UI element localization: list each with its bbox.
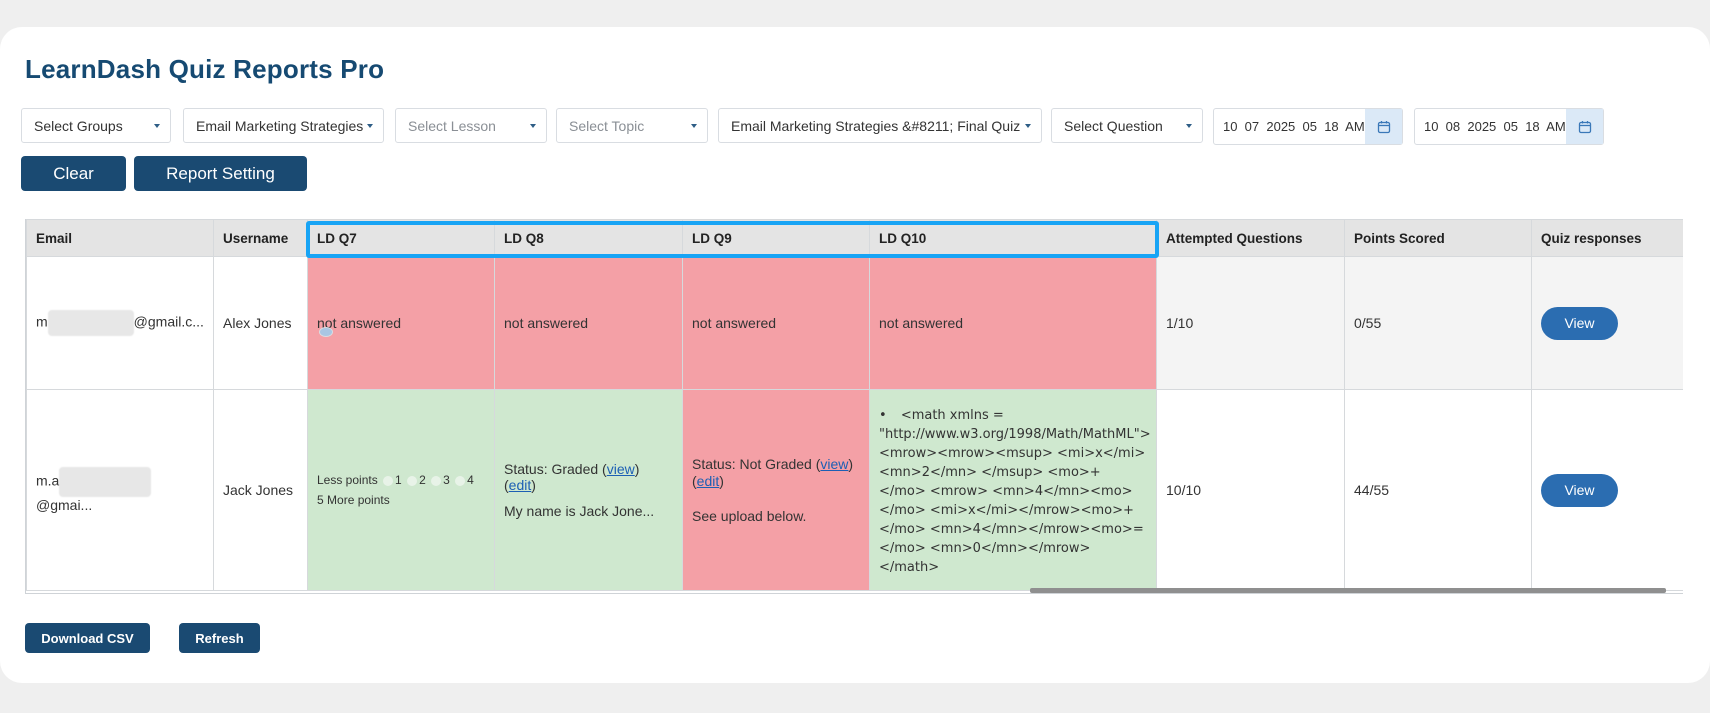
col-header-responses[interactable]: Quiz responses <box>1531 219 1683 257</box>
topic-select-value: Select Topic <box>569 117 645 134</box>
view-link[interactable]: view <box>820 456 848 472</box>
q7-cell: not answered <box>307 256 495 390</box>
email-suffix: @gmai... <box>36 497 93 513</box>
username-cell: Jack Jones <box>213 389 308 591</box>
points-cell: 0/55 <box>1344 256 1532 390</box>
more-points-label: More points <box>327 493 390 507</box>
report-setting-button[interactable]: Report Setting <box>134 156 307 191</box>
date-to-value: 10 08 2025 05 18 AM <box>1424 119 1566 134</box>
q8-cell: Status: Graded (view) (edit) My name is … <box>494 389 683 591</box>
col-header-attempted[interactable]: Attempted Questions <box>1156 219 1345 257</box>
course-select[interactable]: Email Marketing Strategies <box>183 108 384 143</box>
edit-link[interactable]: edit <box>509 477 532 493</box>
separator: ) <box>719 473 724 489</box>
scale-option-label: 2 <box>419 473 426 487</box>
view-link[interactable]: view <box>607 461 635 477</box>
col-header-ld-q7[interactable]: LD Q7 <box>307 219 495 257</box>
table-row: m @gmail.c... Alex Jones not answered not… <box>26 256 1683 390</box>
course-select-value: Email Marketing Strategies <box>196 117 364 134</box>
view-response-button[interactable]: View <box>1541 306 1618 340</box>
chevron-down-icon <box>530 124 536 128</box>
chevron-down-icon <box>154 124 160 128</box>
refresh-button[interactable]: Refresh <box>179 623 260 653</box>
q9-cell: Status: Not Graded (view) (edit) See upl… <box>682 389 870 591</box>
q10-cell: not answered <box>869 256 1157 390</box>
download-csv-button[interactable]: Download CSV <box>25 623 150 653</box>
scale-radio[interactable] <box>431 475 442 486</box>
points-cell: 44/55 <box>1344 389 1532 591</box>
attempted-cell: 1/10 <box>1156 256 1345 390</box>
scale-option-label: 1 <box>395 473 402 487</box>
view-response-button[interactable]: View <box>1541 473 1618 507</box>
scale-radio[interactable] <box>455 475 466 486</box>
report-table-container: Email Username LD Q7 LD Q8 LD Q9 LD Q10 … <box>25 219 1683 594</box>
topic-select[interactable]: Select Topic <box>556 108 708 143</box>
upload-note: See upload below. <box>692 508 807 524</box>
answer-text: My name is Jack Jone... <box>504 503 655 519</box>
scale-radio[interactable] <box>383 475 394 486</box>
calendar-icon[interactable] <box>1365 109 1402 144</box>
responses-cell: View <box>1531 389 1683 591</box>
username-cell: Alex Jones <box>213 256 308 390</box>
clear-button[interactable]: Clear <box>21 156 126 191</box>
email-prefix: m <box>36 313 48 330</box>
quiz-select[interactable]: Email Marketing Strategies &#8211; Final… <box>718 108 1042 143</box>
math-answer: <math xmlns = "http://www.w3.org/1998/Ma… <box>879 407 1151 575</box>
col-header-ld-q10[interactable]: LD Q10 <box>869 219 1157 257</box>
q10-cell: • <math xmlns = "http://www.w3.org/1998/… <box>869 389 1157 591</box>
table-header-row: Email Username LD Q7 LD Q8 LD Q9 LD Q10 … <box>26 219 1683 257</box>
scale-option-label: 5 <box>317 493 324 507</box>
report-table: Email Username LD Q7 LD Q8 LD Q9 LD Q10 … <box>26 219 1683 591</box>
scale-option-label: 4 <box>467 473 474 487</box>
scale-radio[interactable] <box>407 475 418 486</box>
chevron-down-icon <box>1025 124 1031 128</box>
col-header-ld-q9[interactable]: LD Q9 <box>682 219 870 257</box>
email-redaction <box>47 310 134 336</box>
email-prefix: m.a <box>36 472 60 489</box>
groups-select[interactable]: Select Groups <box>21 108 171 143</box>
scale-radio-selected[interactable] <box>319 327 333 337</box>
q7-cell: Less points 1 2 3 4 5 More points <box>307 327 495 591</box>
responses-cell: View <box>1531 256 1683 390</box>
date-from-input[interactable]: 10 07 2025 05 18 AM <box>1213 108 1403 145</box>
grading-status: Status: Not Graded ( <box>692 456 821 472</box>
question-select[interactable]: Select Question <box>1051 108 1203 143</box>
bullet: • <box>879 407 887 423</box>
date-from-value: 10 07 2025 05 18 AM <box>1223 119 1365 134</box>
chevron-down-icon <box>367 124 373 128</box>
col-header-email[interactable]: Email <box>26 219 214 257</box>
lesson-select-value: Select Lesson <box>408 117 496 134</box>
grading-status: Status: Graded ( <box>504 461 607 477</box>
less-points-label: Less points <box>317 473 378 487</box>
separator: ) <box>531 477 536 493</box>
chevron-down-icon <box>1186 124 1192 128</box>
date-to-input[interactable]: 10 08 2025 05 18 AM <box>1414 108 1604 145</box>
chevron-down-icon <box>691 124 697 128</box>
groups-select-value: Select Groups <box>34 117 123 134</box>
col-header-username[interactable]: Username <box>213 219 308 257</box>
scale-option-label: 3 <box>443 473 450 487</box>
col-header-ld-q8[interactable]: LD Q8 <box>494 219 683 257</box>
page-title: LearnDash Quiz Reports Pro <box>25 54 385 84</box>
table-row: m.a @gmai... Jack Jones Less points 1 2 3… <box>26 327 1683 591</box>
q8-cell: not answered <box>494 256 683 390</box>
email-cell: m @gmail.c... <box>26 256 214 390</box>
horizontal-scrollbar[interactable] <box>1030 588 1666 593</box>
email-cell: m.a @gmai... <box>26 389 214 591</box>
attempted-cell: 10/10 <box>1156 389 1345 591</box>
email-redaction <box>59 467 152 497</box>
col-header-points[interactable]: Points Scored <box>1344 219 1532 257</box>
calendar-icon[interactable] <box>1566 109 1603 144</box>
quiz-select-value: Email Marketing Strategies &#8211; Final… <box>731 117 1021 134</box>
edit-link[interactable]: edit <box>697 473 720 489</box>
question-select-value: Select Question <box>1064 117 1163 134</box>
lesson-select[interactable]: Select Lesson <box>395 108 547 143</box>
q9-cell: not answered <box>682 256 870 390</box>
email-suffix: @gmail.c... <box>133 313 204 330</box>
